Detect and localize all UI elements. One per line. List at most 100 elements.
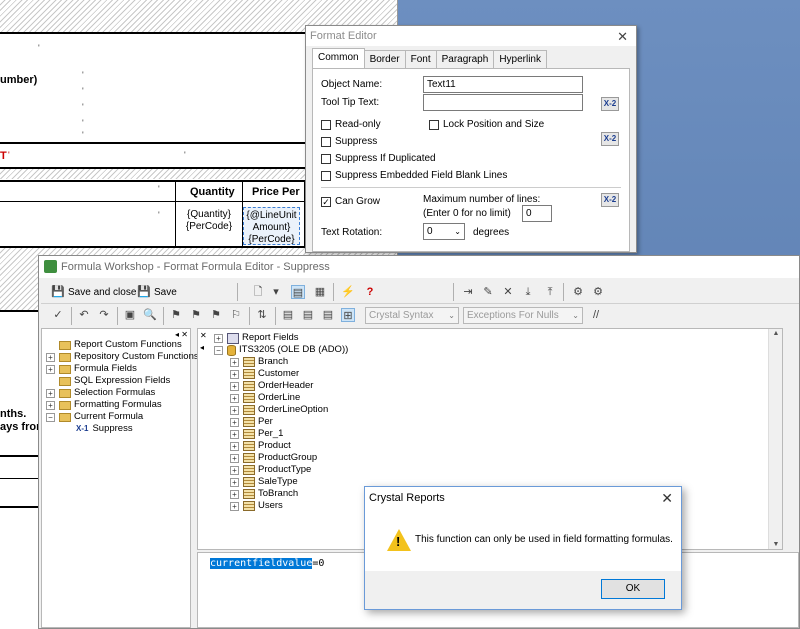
- gear-icon[interactable]: ⚙: [571, 285, 585, 299]
- expand-icon[interactable]: +: [230, 393, 239, 403]
- tree-item-table[interactable]: + Branch: [230, 356, 288, 368]
- header-quantity[interactable]: Quantity: [190, 186, 235, 198]
- object-name-input[interactable]: Text11: [423, 76, 583, 93]
- expand-icon[interactable]: +: [230, 501, 239, 511]
- tree-item-table[interactable]: + Product: [230, 440, 291, 452]
- tree-item-table[interactable]: + Customer: [230, 368, 299, 380]
- toggle-view-icon[interactable]: ⊞: [341, 308, 355, 322]
- close-icon[interactable]: ✕: [200, 331, 207, 340]
- expand-icon[interactable]: +: [46, 352, 55, 362]
- fields-tree-icon[interactable]: ▤: [281, 308, 295, 322]
- tab-border[interactable]: Border: [363, 50, 406, 68]
- expand-icon[interactable]: +: [214, 333, 223, 343]
- tree-item-table[interactable]: + ProductGroup: [230, 452, 317, 464]
- expand-icon[interactable]: +: [230, 453, 239, 463]
- report-text-t[interactable]: T: [0, 150, 7, 162]
- syntax-select[interactable]: Crystal Syntax ⌄: [365, 307, 459, 324]
- tooltip-formula-icon[interactable]: X-2: [601, 97, 619, 111]
- redo-icon[interactable]: ↷: [97, 308, 111, 322]
- new-icon[interactable]: 🗋: [251, 285, 265, 299]
- suppress-blank-lines-checkbox[interactable]: [321, 171, 331, 181]
- tree-item-table[interactable]: + SaleType: [230, 476, 298, 488]
- lock-position-checkbox[interactable]: [429, 120, 439, 130]
- max-lines-input[interactable]: 0: [522, 205, 552, 222]
- tree-item[interactable]: − Current Formula: [46, 411, 143, 423]
- tree-item-datasource[interactable]: − ITS3205 (OLE DB (ADO)): [214, 344, 348, 356]
- tree-item-table[interactable]: + OrderLine: [230, 392, 300, 404]
- expand-icon[interactable]: +: [230, 357, 239, 367]
- expand-icon[interactable]: +: [230, 381, 239, 391]
- properties-icon[interactable]: ▦: [313, 285, 327, 299]
- sort-icon[interactable]: ⇅: [255, 308, 269, 322]
- chevron-down-icon[interactable]: ▾: [269, 285, 283, 299]
- scrollbar[interactable]: ▲ ▼: [768, 329, 782, 549]
- tree-item[interactable]: SQL Expression Fields: [46, 375, 170, 387]
- formula-code[interactable]: currentfieldvalue=0: [210, 558, 324, 569]
- rotation-select[interactable]: 0 ⌄: [423, 223, 465, 240]
- tooltip-input[interactable]: [423, 94, 583, 111]
- expand-icon[interactable]: +: [230, 405, 239, 415]
- undo-icon[interactable]: ↶: [77, 308, 91, 322]
- help-icon[interactable]: ?: [363, 285, 377, 299]
- expand-icon[interactable]: +: [46, 364, 55, 374]
- tree-item-table[interactable]: + Per: [230, 416, 273, 428]
- expand-icon[interactable]: +: [230, 465, 239, 475]
- tab-hyperlink[interactable]: Hyperlink: [493, 50, 547, 68]
- tree-item-report-fields[interactable]: + Report Fields: [214, 332, 299, 344]
- tree-item[interactable]: + Formula Fields: [46, 363, 137, 375]
- bookmark-icon[interactable]: ⚑: [169, 308, 183, 322]
- operators-tree-icon[interactable]: ▤: [321, 308, 335, 322]
- tab-paragraph[interactable]: Paragraph: [435, 50, 495, 68]
- scroll-down-icon[interactable]: ▼: [769, 541, 783, 548]
- tab-font[interactable]: Font: [404, 50, 437, 68]
- expand-icon[interactable]: +: [46, 388, 55, 398]
- tree-item-table[interactable]: + ProductType: [230, 464, 311, 476]
- new-formula-icon[interactable]: ✎: [481, 285, 495, 299]
- ok-button[interactable]: OK: [601, 579, 665, 599]
- close-icon[interactable]: ✕: [617, 27, 628, 47]
- save-button[interactable]: 💾 Save: [137, 282, 177, 302]
- prev-bookmark-icon[interactable]: ⚑: [209, 308, 223, 322]
- expand-icon[interactable]: +: [230, 477, 239, 487]
- gear-icon[interactable]: ⚙: [591, 285, 605, 299]
- nulls-select[interactable]: Exceptions For Nulls ⌄: [463, 307, 583, 324]
- expand-icon[interactable]: +: [230, 369, 239, 379]
- rename-icon[interactable]: ⇥: [461, 285, 475, 299]
- tree-item-table[interactable]: + OrderHeader: [230, 380, 313, 392]
- collapse-icon[interactable]: ⤒: [543, 285, 557, 299]
- can-grow-checkbox[interactable]: ✓: [321, 197, 331, 207]
- expand-icon[interactable]: +: [46, 400, 55, 410]
- close-icon[interactable]: ✕: [661, 487, 673, 509]
- report-text-number[interactable]: umber): [0, 74, 37, 86]
- pin-icon[interactable]: ◂: [200, 343, 204, 352]
- tree-item-table[interactable]: + Users: [230, 500, 283, 512]
- tree-item-table[interactable]: + ToBranch: [230, 488, 298, 500]
- next-bookmark-icon[interactable]: ⚑: [189, 308, 203, 322]
- save-and-close-button[interactable]: 💾 Save and close: [51, 282, 136, 302]
- delete-icon[interactable]: ✕: [501, 285, 515, 299]
- tree-item[interactable]: + Formatting Formulas: [46, 399, 162, 411]
- tree-item[interactable]: Report Custom Functions: [46, 339, 182, 351]
- field-quantity[interactable]: {Quantity} {PerCode}: [178, 209, 240, 233]
- expand-icon[interactable]: +: [230, 441, 239, 451]
- find-icon[interactable]: 🔍: [143, 308, 157, 322]
- clear-bookmarks-icon[interactable]: ⚐: [229, 308, 243, 322]
- header-price-per[interactable]: Price Per: [252, 186, 300, 198]
- suppress-duplicated-checkbox[interactable]: [321, 154, 331, 164]
- tree-item-table[interactable]: + OrderLineOption: [230, 404, 328, 416]
- suppress-formula-icon[interactable]: X-2: [601, 132, 619, 146]
- workshop-tree[interactable]: ◂ ✕ Report Custom Functions + Repository C…: [41, 328, 199, 628]
- collapse-icon[interactable]: −: [214, 345, 223, 355]
- suppress-checkbox[interactable]: [321, 137, 331, 147]
- read-only-checkbox[interactable]: [321, 120, 331, 130]
- tree-item-table[interactable]: + Per_1: [230, 428, 283, 440]
- expand-icon[interactable]: ⤓: [521, 285, 535, 299]
- expand-icon[interactable]: +: [230, 489, 239, 499]
- tree-item[interactable]: + Repository Custom Functions: [46, 351, 199, 363]
- can-grow-formula-icon[interactable]: X-2: [601, 193, 619, 207]
- field-line-unit-amount[interactable]: {@LineUnit Amount} {PerCode}: [243, 210, 300, 246]
- browse-icon[interactable]: ▣: [123, 308, 137, 322]
- functions-tree-icon[interactable]: ▤: [301, 308, 315, 322]
- expand-icon[interactable]: +: [230, 417, 239, 427]
- comment-icon[interactable]: //: [589, 308, 603, 322]
